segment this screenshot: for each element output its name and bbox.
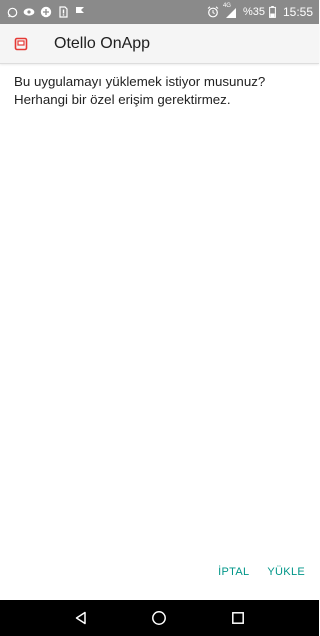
dialog-actions: İPTAL YÜKLE: [218, 566, 305, 578]
signal-icon: 4G: [222, 3, 239, 18]
navigation-bar: [0, 600, 319, 636]
vpn-icon: [40, 6, 52, 18]
home-icon[interactable]: [139, 600, 179, 636]
network-label: 4G: [222, 3, 231, 9]
status-right-icons: 4G %35 15:55: [207, 3, 313, 19]
alarm-icon: [207, 6, 219, 18]
install-message-line-1: Bu uygulamayı yüklemek istiyor musunuz?: [14, 74, 266, 89]
app-icon: [14, 37, 28, 51]
app-title: Otello OnApp: [54, 34, 151, 52]
cancel-button[interactable]: İPTAL: [218, 566, 249, 578]
status-left-icons: [6, 6, 86, 18]
install-button[interactable]: YÜKLE: [267, 566, 305, 578]
status-time: 15:55: [282, 5, 313, 19]
recents-icon[interactable]: [218, 600, 258, 636]
app-header: Otello OnApp: [0, 24, 319, 64]
install-message-line-2: Herhangi bir özel erişim gerektirmez.: [14, 92, 231, 107]
eye-icon: [23, 6, 35, 18]
battery-percent: %35: [242, 6, 265, 18]
back-icon[interactable]: [61, 600, 101, 636]
whatsapp-icon: [6, 6, 18, 18]
status-bar: 4G %35 15:55: [0, 0, 319, 24]
sim-icon: [57, 6, 69, 18]
install-message: Bu uygulamayı yüklemek istiyor musunuz? …: [14, 73, 304, 109]
check-flag-icon: [74, 6, 86, 18]
battery-icon: [269, 6, 277, 18]
